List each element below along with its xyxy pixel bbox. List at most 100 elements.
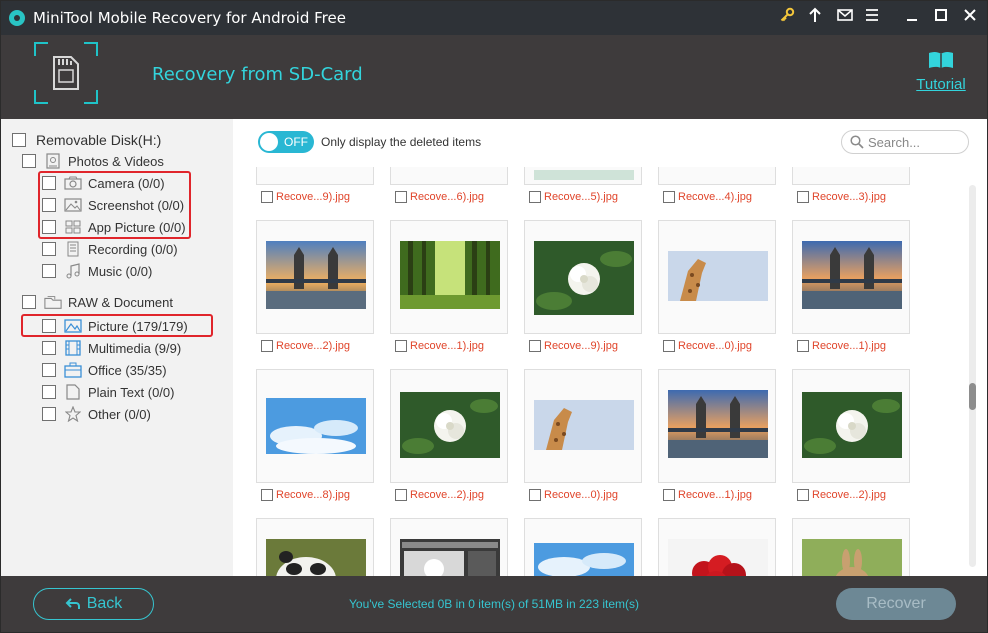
file-caption: Recove...9).jpg [529,338,618,354]
file-name: Recove...1).jpg [410,340,484,352]
thumbnail[interactable] [256,220,374,334]
checkbox[interactable] [42,385,56,399]
checkbox[interactable] [395,191,407,203]
menu-icon[interactable] [861,7,883,29]
tree-group-raw-document[interactable]: RAW & Document [22,292,173,312]
thumbnail[interactable] [658,369,776,483]
file-caption: Recove...5).jpg [529,189,618,205]
tree-item-recording[interactable]: Recording (0/0) [42,239,178,259]
checkbox[interactable] [797,340,809,352]
window-title: MiniTool Mobile Recovery for Android Fre… [33,9,346,27]
mail-icon[interactable] [834,7,856,29]
screenshot-image [400,539,500,576]
thumbnail[interactable] [390,167,508,185]
thumbnail[interactable] [524,220,642,334]
checkbox[interactable] [663,489,675,501]
multimedia-icon [64,340,82,356]
white-flower-image [400,392,500,458]
annotation-highlight-box [38,171,191,239]
toggle-state: OFF [284,135,308,149]
file-name: Recove...1).jpg [812,340,886,352]
thumbnail[interactable] [792,167,910,185]
thumbnail[interactable] [256,518,374,576]
checkbox[interactable] [529,340,541,352]
thumbnail[interactable] [390,369,508,483]
toggle-knob [260,133,278,151]
scrollbar-thumb[interactable] [969,383,976,410]
checkbox[interactable] [42,264,56,278]
thumbnail[interactable] [524,167,642,185]
tree-item-multimedia[interactable]: Multimedia (9/9) [42,338,181,358]
checkbox[interactable] [395,340,407,352]
tree-item-label: Music (0/0) [88,263,153,279]
checkbox[interactable] [663,340,675,352]
vertical-scrollbar[interactable] [969,185,976,567]
tree-item-label: Office (35/35) [88,362,167,378]
other-star-icon [64,406,82,422]
file-caption: Recove...1).jpg [663,487,752,503]
recover-button[interactable]: Recover [836,588,956,620]
tower-bridge-image [668,390,768,458]
checkbox[interactable] [529,191,541,203]
checkbox[interactable] [42,341,56,355]
checkbox[interactable] [42,242,56,256]
file-name: Recove...2).jpg [812,489,886,501]
file-browser: OFF Only display the deleted items Recov… [233,119,987,576]
sky-clouds-image [534,543,634,576]
tree-group-photos-videos[interactable]: Photos & Videos [22,151,164,171]
white-flower-image [534,241,634,315]
thumbnail[interactable] [792,369,910,483]
checkbox[interactable] [22,295,36,309]
deleted-only-toggle[interactable]: OFF [258,131,314,153]
checkbox[interactable] [12,133,26,147]
search-icon [850,135,864,149]
thumbnail[interactable] [792,220,910,334]
search-box[interactable] [841,130,969,154]
file-caption: Recove...4).jpg [663,189,752,205]
file-caption: Recove...2).jpg [261,338,350,354]
thumbnail[interactable] [792,518,910,576]
file-name: Recove...3).jpg [812,191,886,203]
checkbox[interactable] [797,191,809,203]
thumbnail[interactable] [658,220,776,334]
checkbox[interactable] [42,407,56,421]
thumbnail[interactable] [658,518,776,576]
thumbnail[interactable] [524,518,642,576]
checkbox[interactable] [663,191,675,203]
tutorial-link[interactable]: Tutorial [913,51,969,93]
minimize-icon[interactable] [901,7,923,29]
close-icon[interactable] [959,7,981,29]
thumbnail[interactable] [658,167,776,185]
panda-image [266,539,366,576]
checkbox[interactable] [261,489,273,501]
upgrade-arrow-icon[interactable] [804,7,826,29]
tower-bridge-image [802,241,902,309]
thumbnail[interactable] [524,369,642,483]
toggle-label: Only display the deleted items [321,135,482,149]
checkbox[interactable] [42,363,56,377]
tree-item-other[interactable]: Other (0/0) [42,404,151,424]
search-input[interactable] [868,134,964,150]
maximize-icon[interactable] [930,7,952,29]
checkbox[interactable] [261,191,273,203]
tree-group-label: RAW & Document [68,294,173,310]
thumbnail[interactable] [390,220,508,334]
checkbox[interactable] [261,340,273,352]
checkbox[interactable] [797,489,809,501]
tree-item-removable-disk[interactable]: Removable Disk(H:) [12,130,161,150]
checkbox[interactable] [395,489,407,501]
tower-bridge-image [266,241,366,309]
file-name: Recove...2).jpg [276,340,350,352]
thumbnail[interactable] [390,518,508,576]
checkbox[interactable] [529,489,541,501]
thumbnail[interactable] [256,167,374,185]
tutorial-label[interactable]: Tutorial [913,76,969,93]
thumbnail[interactable] [256,369,374,483]
tree-group-label: Photos & Videos [68,153,164,169]
tree-item-office[interactable]: Office (35/35) [42,360,167,380]
key-icon[interactable] [776,7,798,29]
checkbox[interactable] [22,154,36,168]
tree-item-plain-text[interactable]: Plain Text (0/0) [42,382,174,402]
file-name: Recove...0).jpg [544,489,618,501]
tree-item-music[interactable]: Music (0/0) [42,261,152,281]
